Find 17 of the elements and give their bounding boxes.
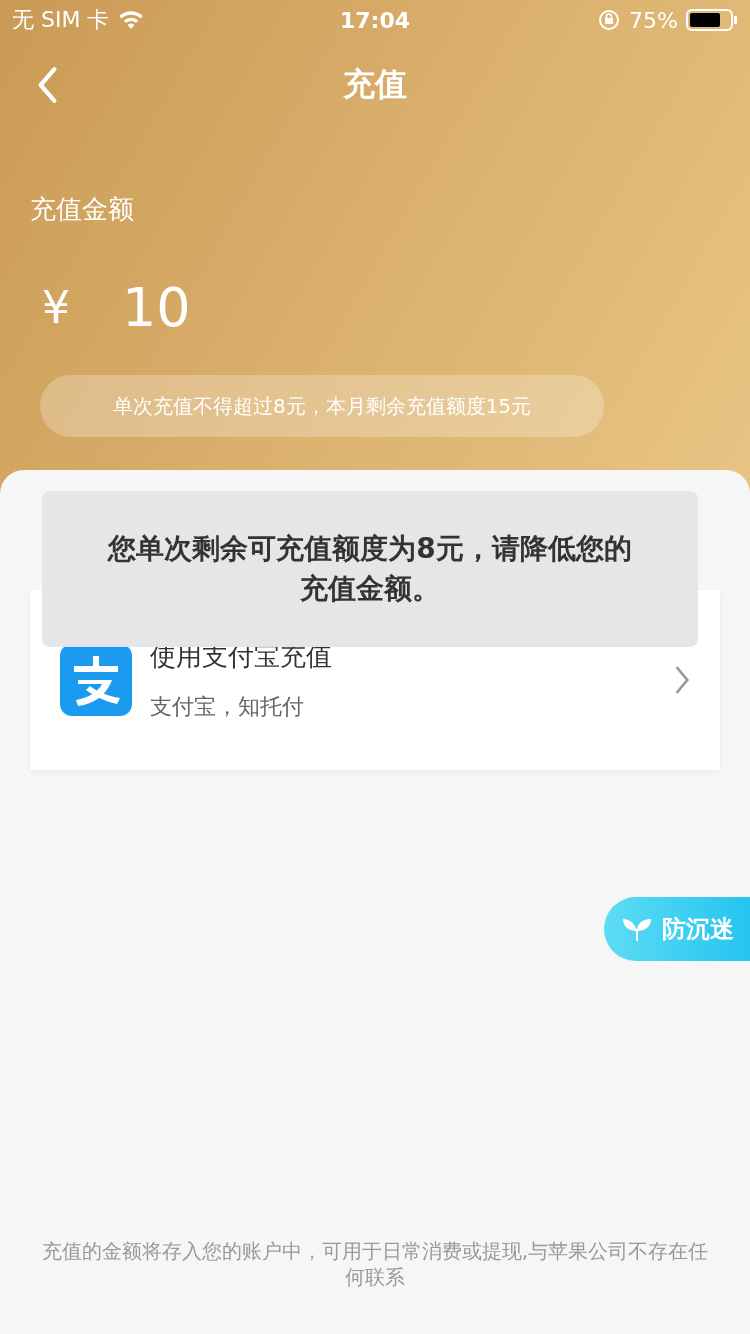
currency-symbol: ¥ (42, 281, 70, 333)
chevron-icon (674, 665, 690, 695)
amount-field[interactable]: 10 (122, 275, 191, 339)
back-icon[interactable] (36, 66, 58, 104)
option-subtitle: 支付宝，知托付 (150, 692, 305, 721)
battery-icon (686, 8, 738, 32)
limit-toast: 您单次剩余可充值额度为8元，请降低您的充值金额。 (42, 491, 698, 647)
clock-text: 17:04 (340, 7, 410, 33)
rotation-lock-icon (597, 8, 622, 32)
carrier-text: 无 SIM 卡 (12, 6, 110, 34)
anti-addiction-button[interactable]: 防沉迷 (604, 897, 750, 961)
page-title: 充值 (343, 64, 407, 105)
limit-hint: 单次充值不得超过8元，本月剩余充值额度15元 (40, 375, 604, 437)
amount-label: 充值金额 (30, 193, 135, 226)
battery-percent: 75% (629, 7, 678, 33)
disclaimer-text: 充值的金额将存入您的账户中，可用于日常消费或提现,与苹果公司不存在任何联系 (40, 1238, 710, 1290)
payment-app-icon (60, 644, 132, 716)
